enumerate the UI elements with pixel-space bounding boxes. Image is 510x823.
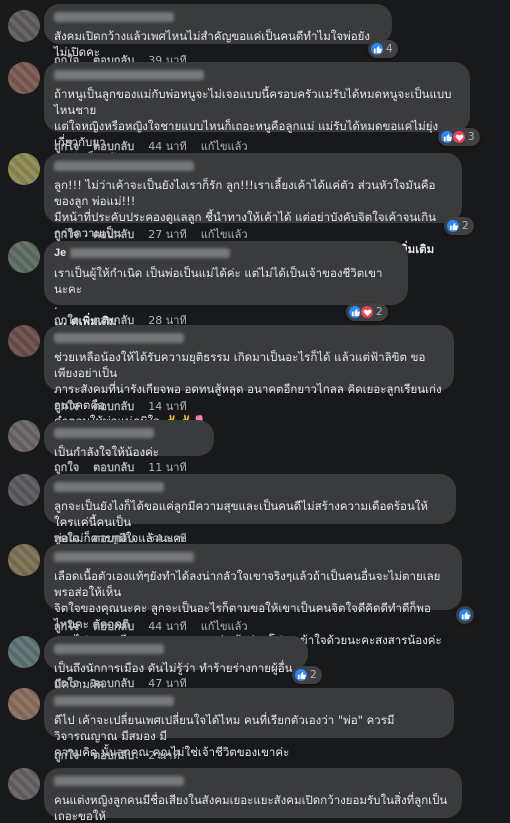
name-prefix: Je [54, 247, 67, 259]
comment-bubble: เป็นถึงนักการเมือง ดันไม่รู้ว่า ทำร้ายร่… [44, 636, 308, 691]
commenter-name-blurred[interactable] [54, 482, 164, 492]
reply-button[interactable]: ตอบกลับ [93, 617, 134, 635]
commenter-name-blurred[interactable] [54, 70, 204, 80]
avatar[interactable] [8, 10, 40, 42]
name-blurred [70, 248, 231, 258]
comment-text: คนแต่งหญิงลูกคนมีชื่อเสียงในสังคมเยอะแยะ… [54, 793, 448, 823]
commenter-name-blurred[interactable] [54, 552, 194, 562]
comment-bubble: ลูก!!! ไม่ว่าเค้าจะเป็นยังไงเราก็รัก ลูก… [44, 153, 462, 256]
timestamp[interactable]: 14 นาที [148, 397, 186, 415]
avatar[interactable] [8, 544, 40, 576]
comment-bubble: ถ้าหนูเป็นลูกของแม่กับพ่อหนูจะไม่เจอแบบน… [44, 62, 470, 165]
reaction-summary[interactable]: 4 [368, 40, 398, 58]
like-icon [458, 608, 472, 622]
reaction-count: 2 [310, 669, 317, 681]
avatar[interactable] [8, 420, 40, 452]
edited-label: แก้ไขแล้ว [200, 620, 248, 633]
like-button[interactable]: ถูกใจ [54, 746, 79, 764]
comment-bubble: ดีไป เค้าจะเปลี่ยนเพศเปลี่ยนใจได้ไหม คนท… [44, 688, 454, 759]
like-icon [446, 219, 460, 233]
comment-text: เราเป็นผู้ให้กำเนิด เป็นพ่อเป็นแม่ได้ค่ะ… [54, 266, 383, 312]
comment-bubble: สังคมเปิดกว้างแล้วเพศไหนไม่สำคัญขอแค่เป็… [44, 4, 392, 59]
commenter-name-blurred[interactable] [54, 12, 174, 22]
commenter-name-blurred[interactable] [54, 696, 174, 706]
commenter-name-blurred[interactable] [54, 644, 164, 654]
avatar[interactable] [8, 474, 40, 506]
comment-actions: ถูกใจ ตอบกลับ 2 นาที [54, 746, 180, 764]
timestamp[interactable]: 2 นาที [148, 746, 179, 764]
comment-bubble: Je เราเป็นผู้ให้กำเนิด เป็นพ่อเป็นแม่ได้… [44, 241, 408, 328]
avatar[interactable] [8, 62, 40, 94]
avatar[interactable] [8, 241, 40, 273]
commenter-name-partial[interactable]: Je [54, 247, 396, 259]
reaction-count: 2 [376, 306, 383, 318]
reaction-summary[interactable] [456, 606, 474, 624]
reaction-count: 4 [386, 43, 393, 55]
reaction-count: 2 [462, 220, 469, 232]
commenter-name-blurred[interactable] [54, 161, 194, 171]
avatar[interactable] [8, 688, 40, 720]
reaction-summary[interactable]: 3 [438, 128, 480, 146]
reaction-count: 3 [468, 131, 475, 143]
reply-button[interactable]: ตอบกลับ [93, 746, 134, 764]
commenter-name-blurred[interactable] [54, 333, 184, 343]
comment-bubble: ลูกจะเป็นยังไงก็ได้ขอแค่ลูกมีความสุขและเ… [44, 474, 456, 545]
reaction-summary[interactable]: 2 [346, 303, 388, 321]
like-icon [370, 42, 384, 56]
comment-actions: ถูกใจ ตอบกลับ 44 นาที แก้ไขแล้ว [54, 617, 248, 635]
comment-actions: ถูกใจ ตอบกลับ 14 นาที [54, 397, 187, 415]
avatar[interactable] [8, 325, 40, 357]
avatar[interactable] [8, 768, 40, 800]
reaction-summary[interactable]: 2 [292, 666, 322, 684]
commenter-name-blurred[interactable] [54, 776, 184, 786]
comment-bubble: เลือดเนื้อตัวเองแท้ๆยังทำได้ลงน่ากลัวใจเ… [44, 544, 462, 647]
love-icon [452, 130, 466, 144]
like-button[interactable]: ถูกใจ [54, 617, 79, 635]
comment-bubble: ช่วยเหลือน้องให้ได้รับความยุติธรรม เกิดม… [44, 325, 454, 428]
comment-text: ช่วยเหลือน้องให้ได้รับความยุติธรรม เกิดม… [54, 350, 442, 428]
like-icon [294, 668, 308, 682]
comment-bubble: คนแต่งหญิงลูกคนมีชื่อเสียงในสังคมเยอะแยะ… [44, 768, 462, 823]
timestamp[interactable]: 44 นาที [148, 617, 186, 635]
comment-bubble: เป็นกำลังใจให้น้องค่ะ [44, 420, 214, 459]
love-icon [360, 305, 374, 319]
commenter-name-blurred[interactable] [54, 428, 154, 438]
avatar[interactable] [8, 636, 40, 668]
reaction-summary[interactable]: 2 [444, 217, 474, 235]
avatar[interactable] [8, 153, 40, 185]
like-button[interactable]: ถูกใจ [54, 397, 79, 415]
reply-button[interactable]: ตอบกลับ [93, 397, 134, 415]
